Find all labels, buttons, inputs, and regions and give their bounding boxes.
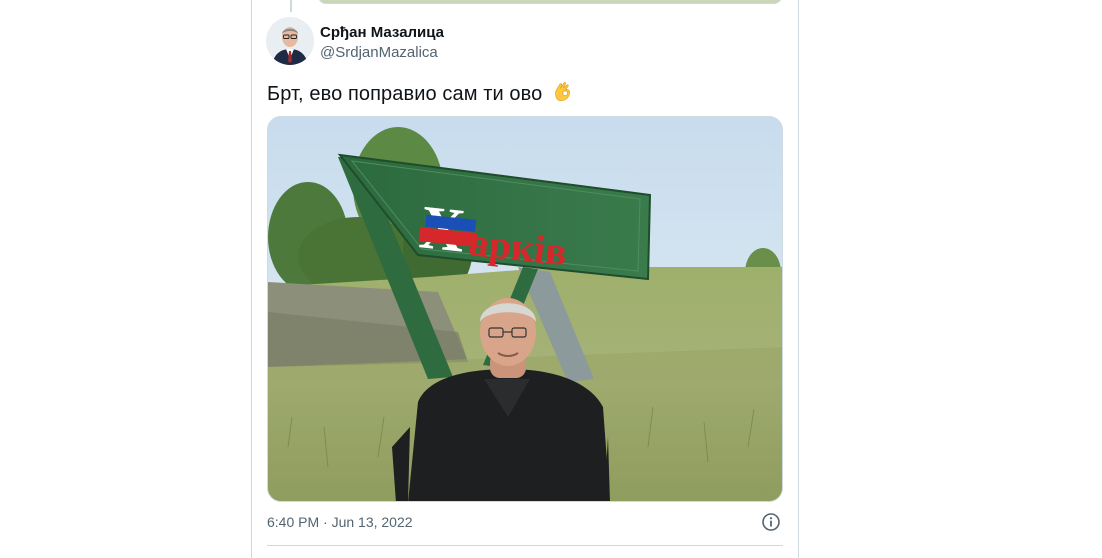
tweet-media-photo[interactable]: Х арків — [267, 116, 783, 502]
avatar[interactable] — [266, 17, 314, 65]
author-name[interactable]: Срђан Мазалица — [320, 24, 444, 41]
author-handle[interactable]: @SrdjanMazalica — [320, 44, 438, 61]
avatar-photo — [266, 17, 314, 65]
previous-tweet-media[interactable] — [318, 0, 782, 4]
thread-connector — [290, 0, 292, 12]
info-circle-icon[interactable] — [760, 511, 782, 533]
tweet-body: Брт, ево поправио сам ти ово — [267, 83, 543, 105]
photo-kharkiv-sign: Х арків — [268, 117, 782, 501]
divider — [267, 545, 783, 546]
tweet-timestamp[interactable]: 6:40 PM · Jun 13, 2022 — [267, 514, 413, 530]
ok-hand-icon — [552, 80, 574, 108]
tweet-text: Брт, ево поправио сам ти ово — [267, 80, 574, 108]
